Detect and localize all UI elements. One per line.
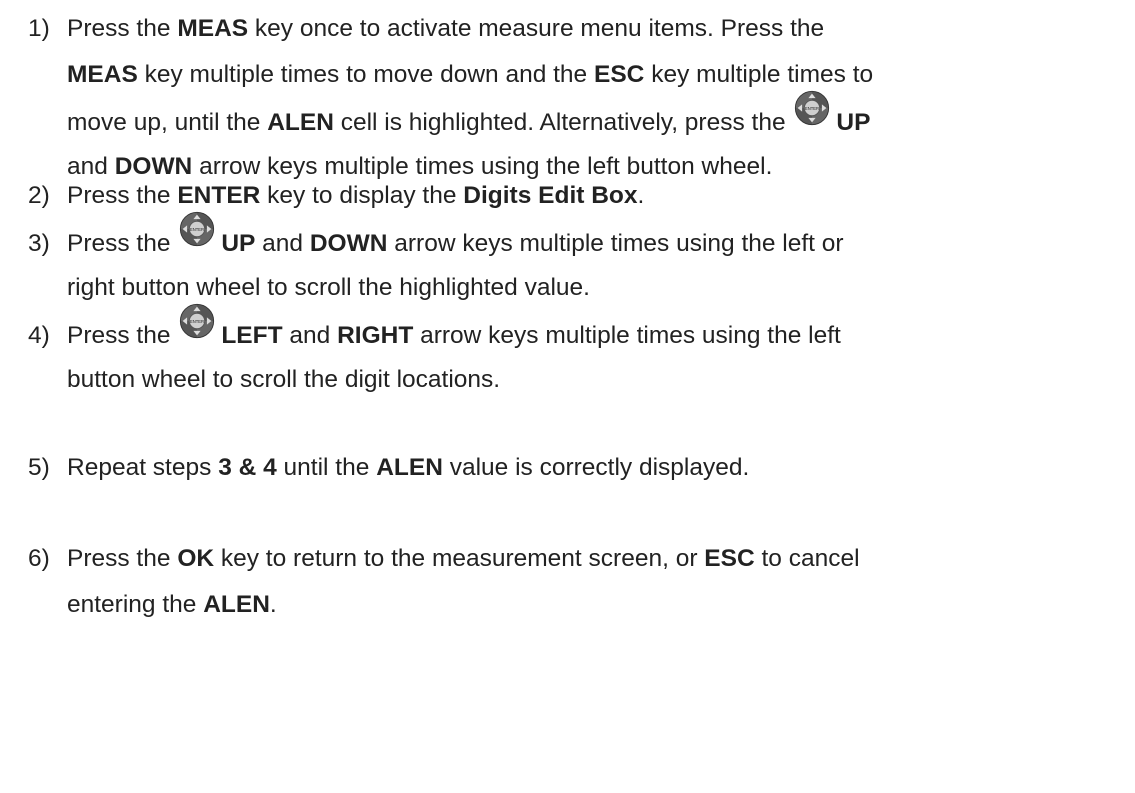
step-text: and	[255, 230, 310, 257]
step-text: key multiple times to	[644, 61, 874, 88]
step-text: Press the	[67, 322, 178, 349]
step-line: entering the ALEN.	[28, 582, 1128, 628]
step-text: arrow keys multiple times using the left	[413, 322, 841, 349]
step-text: Repeat steps	[67, 454, 219, 481]
step-text: .	[637, 182, 645, 209]
step-text: until the	[276, 454, 377, 481]
key-term: RIGHT	[337, 322, 414, 349]
step-item: 1) Press the MEAS key once to activate me…	[28, 6, 1128, 190]
step-text: to cancel	[754, 545, 860, 572]
key-term: MEAS	[177, 15, 249, 42]
step-text: .	[269, 591, 277, 618]
key-term: ALEN	[203, 591, 270, 618]
step-line: 1) Press the MEAS key once to activate me…	[28, 6, 1128, 52]
step-text: cell is highlighted. Alternatively, pres…	[333, 109, 793, 136]
step-line: 4) Press the ENTER LEFT and RIGHT arrow ke…	[28, 303, 1128, 357]
step-line: MEAS key multiple times to move down and…	[28, 52, 1128, 98]
step-number: 4)	[28, 322, 50, 349]
step-line: 6) Press the OK key to return to the meas…	[28, 536, 1128, 582]
step-text: entering the	[67, 591, 204, 618]
step-number: 5)	[28, 454, 50, 481]
button-wheel-icon: ENTER	[179, 303, 215, 339]
svg-text:ENTER: ENTER	[805, 106, 819, 111]
step-line: 5) Repeat steps 3 & 4 until the ALEN valu…	[28, 445, 1128, 491]
key-term: ESC	[594, 61, 645, 88]
step-text: key once to activate measure menu items.…	[248, 15, 825, 42]
step-line: button wheel to scroll the digit locatio…	[28, 357, 1128, 403]
step-number: 6)	[28, 545, 50, 572]
step-number: 2)	[28, 182, 50, 209]
step-text: value is correctly displayed.	[442, 454, 750, 481]
step-text: key multiple times to move down and the	[137, 61, 594, 88]
svg-text:ENTER: ENTER	[190, 319, 204, 324]
step-item: 6) Press the OK key to return to the meas…	[28, 536, 1128, 628]
step-text: right button wheel to scroll the highlig…	[67, 274, 590, 301]
step-number: 3)	[28, 230, 50, 257]
step-text: Press the	[67, 182, 178, 209]
step-line: move up, until the ALEN cell is highligh…	[28, 90, 1128, 144]
key-term: OK	[177, 545, 215, 572]
step-text: Press the	[67, 230, 178, 257]
step-line: 3) Press the ENTER UP and DOWN arrow keys …	[28, 211, 1128, 265]
key-term: 3 & 4	[218, 454, 277, 481]
step-text: and	[282, 322, 338, 349]
step-text: Press the	[67, 545, 178, 572]
step-text: arrow keys multiple times using the left…	[387, 230, 844, 257]
step-text: key to display the	[260, 182, 464, 209]
step-text: button wheel to scroll the digit locatio…	[67, 366, 501, 393]
key-term: ESC	[704, 545, 755, 572]
key-term: UP	[221, 230, 256, 257]
key-term: ALEN	[267, 109, 334, 136]
button-wheel-icon: ENTER	[794, 90, 830, 126]
step-text: key to return to the measurement screen,…	[214, 545, 705, 572]
key-term: DOWN	[309, 230, 388, 257]
step-text: Press the	[67, 15, 178, 42]
step-item: 3) Press the ENTER UP and DOWN arrow keys …	[28, 211, 1128, 311]
key-term: UP	[836, 109, 871, 136]
step-item: 5) Repeat steps 3 & 4 until the ALEN valu…	[28, 445, 1128, 491]
key-term: Digits Edit Box	[463, 182, 638, 209]
step-item: 4) Press the ENTER LEFT and RIGHT arrow ke…	[28, 303, 1128, 403]
button-wheel-icon: ENTER	[179, 211, 215, 247]
step-text: move up, until the	[67, 109, 268, 136]
key-term: ALEN	[376, 454, 443, 481]
key-term: LEFT	[221, 322, 283, 349]
key-term: MEAS	[67, 61, 138, 88]
key-term: ENTER	[177, 182, 261, 209]
svg-text:ENTER: ENTER	[190, 227, 204, 232]
step-number: 1)	[28, 15, 50, 42]
